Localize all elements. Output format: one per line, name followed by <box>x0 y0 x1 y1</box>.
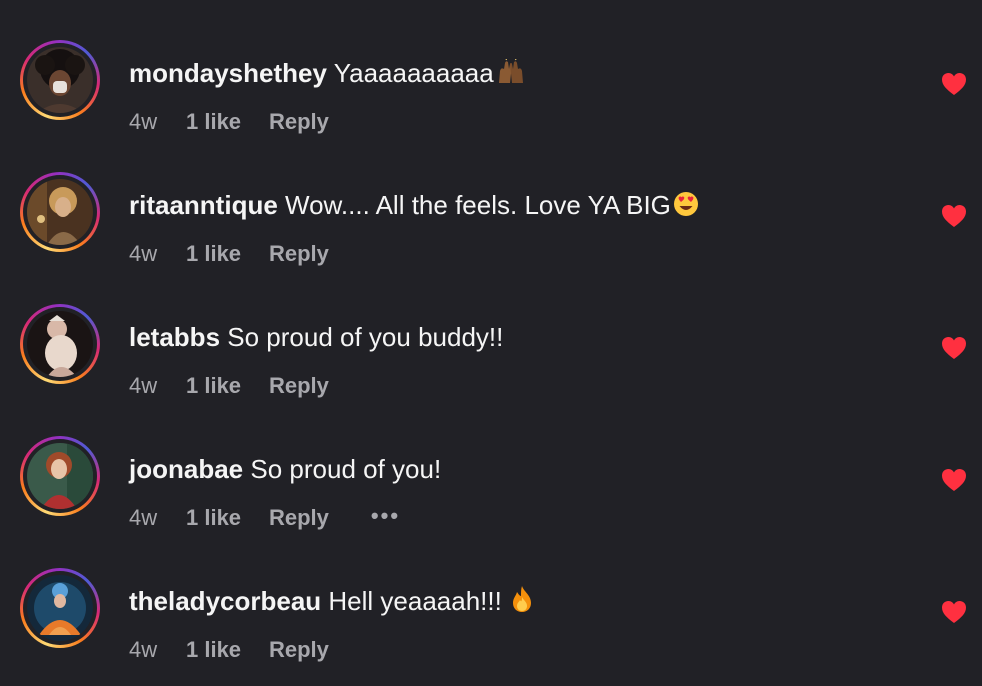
heart-icon[interactable] <box>941 336 967 360</box>
comment-line: letabbs So proud of you buddy!! <box>129 321 503 353</box>
avatar-story-ring[interactable] <box>20 304 100 384</box>
comment-item: ritaanntique Wow.... All the feels. Love… <box>0 132 982 266</box>
avatar[interactable] <box>27 179 93 245</box>
comment-item: joonabae So proud of you! 4w 1 like Reply •… <box>0 396 982 530</box>
comment-meta: 4w 1 like Reply <box>129 636 329 664</box>
avatar[interactable] <box>27 311 93 377</box>
comment-item: theladycorbeau Hell yeaaaah!!! 4w 1 like R… <box>0 528 982 662</box>
reply-button[interactable]: Reply <box>269 636 329 664</box>
comment-line: theladycorbeau Hell yeaaaah!!! <box>129 585 534 620</box>
username-link[interactable]: mondayshethey <box>129 58 327 88</box>
avatar-story-ring[interactable] <box>20 172 100 252</box>
comment-text: So proud of you buddy!! <box>227 322 504 352</box>
username-link[interactable]: joonabae <box>129 454 243 484</box>
avatar[interactable] <box>27 47 93 113</box>
comment-list: mondayshethey Yaaaaaaaaaa 4w 1 like Reply <box>0 0 982 686</box>
avatar[interactable] <box>27 575 93 641</box>
avatar[interactable] <box>27 443 93 509</box>
username-link[interactable]: letabbs <box>129 322 220 352</box>
raised-hands-icon <box>496 57 526 92</box>
timestamp: 4w <box>129 637 158 662</box>
heart-icon[interactable] <box>941 468 967 492</box>
more-options-button[interactable]: ••• <box>371 502 400 530</box>
comment-item: letabbs So proud of you buddy!! 4w 1 like… <box>0 264 982 398</box>
avatar-story-ring[interactable] <box>20 568 100 648</box>
username-link[interactable]: theladycorbeau <box>129 586 321 616</box>
comment-line: mondayshethey Yaaaaaaaaaa <box>129 57 526 92</box>
likes-count-button[interactable]: 1 like <box>186 636 269 664</box>
username-link[interactable]: ritaanntique <box>129 190 278 220</box>
avatar-story-ring[interactable] <box>20 436 100 516</box>
heart-icon[interactable] <box>941 72 967 96</box>
comment-line: joonabae So proud of you! <box>129 453 441 485</box>
comment-text: Wow.... All the feels. Love YA BIG <box>285 190 671 220</box>
comment-text: Yaaaaaaaaaa <box>333 58 494 88</box>
comment-text: So proud of you! <box>250 454 442 484</box>
comment-line: ritaanntique Wow.... All the feels. Love… <box>129 189 699 224</box>
heart-icon[interactable] <box>941 204 967 228</box>
comment-text: Hell yeaaaah!!! <box>328 586 502 616</box>
comment-item: mondayshethey Yaaaaaaaaaa 4w 1 like Reply <box>0 0 982 134</box>
heart-icon[interactable] <box>941 600 967 624</box>
heart-eyes-icon <box>673 191 699 224</box>
fire-icon <box>510 585 534 620</box>
avatar-story-ring[interactable] <box>20 40 100 120</box>
